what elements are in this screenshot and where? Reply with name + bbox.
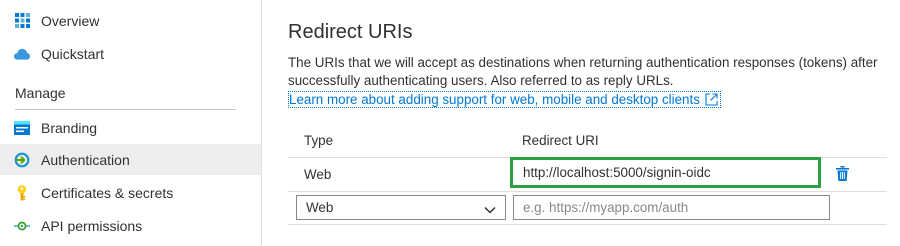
- column-header-type: Type: [304, 133, 334, 148]
- type-select[interactable]: Web: [296, 195, 506, 220]
- authentication-icon: [14, 152, 30, 168]
- sidebar-item-certificates-secrets[interactable]: Certificates & secrets: [0, 177, 261, 208]
- sidebar-item-branding[interactable]: Branding: [0, 112, 261, 143]
- delete-uri-button[interactable]: [836, 166, 850, 182]
- main-panel: Redirect URIs The URIs that we will acce…: [263, 0, 900, 246]
- row-type-cell: Web: [304, 167, 332, 182]
- description-text: The URIs that we will accept as destinat…: [288, 55, 878, 88]
- learn-more-link-label: Learn more about adding support for web,…: [289, 92, 700, 107]
- page-title: Redirect URIs: [288, 21, 413, 43]
- table-row-divider: [288, 224, 887, 225]
- api-permissions-icon: [14, 218, 30, 234]
- column-header-redirect-uri: Redirect URI: [522, 133, 599, 148]
- sidebar-item-label: Certificates & secrets: [41, 184, 174, 201]
- sidebar-item-label: Branding: [41, 119, 98, 136]
- sidebar-item-label: Authentication: [41, 151, 130, 168]
- sidebar-item-label: API permissions: [41, 217, 143, 234]
- sidebar-item-api-permissions[interactable]: API permissions: [0, 210, 261, 241]
- new-redirect-uri-input[interactable]: [513, 195, 830, 220]
- external-link-icon: [705, 93, 718, 106]
- trash-icon: [836, 166, 849, 181]
- redirect-uri-text: http://localhost:5000/signin-oidc: [523, 165, 711, 180]
- table-row-divider: [288, 191, 887, 192]
- cloud-icon: [14, 46, 30, 62]
- sidebar-item-authentication[interactable]: Authentication: [0, 144, 261, 175]
- learn-more-link[interactable]: Learn more about adding support for web,…: [288, 91, 721, 108]
- section-header-manage: Manage: [15, 85, 66, 101]
- sidebar-item-label: Quickstart: [41, 45, 105, 62]
- type-select-value: Web: [306, 200, 334, 215]
- sidebar-item-quickstart[interactable]: Quickstart: [0, 38, 261, 69]
- key-icon: [14, 184, 30, 201]
- section-divider: [15, 109, 236, 110]
- chevron-down-icon: [484, 202, 496, 217]
- sidebar-item-label: Overview: [41, 12, 100, 29]
- sidebar: Overview Quickstart Manage Branding Auth…: [0, 0, 262, 246]
- branding-icon: [14, 120, 30, 136]
- grid-icon: [14, 13, 30, 29]
- redirect-uri-value[interactable]: http://localhost:5000/signin-oidc: [510, 157, 821, 188]
- sidebar-item-overview[interactable]: Overview: [0, 5, 261, 36]
